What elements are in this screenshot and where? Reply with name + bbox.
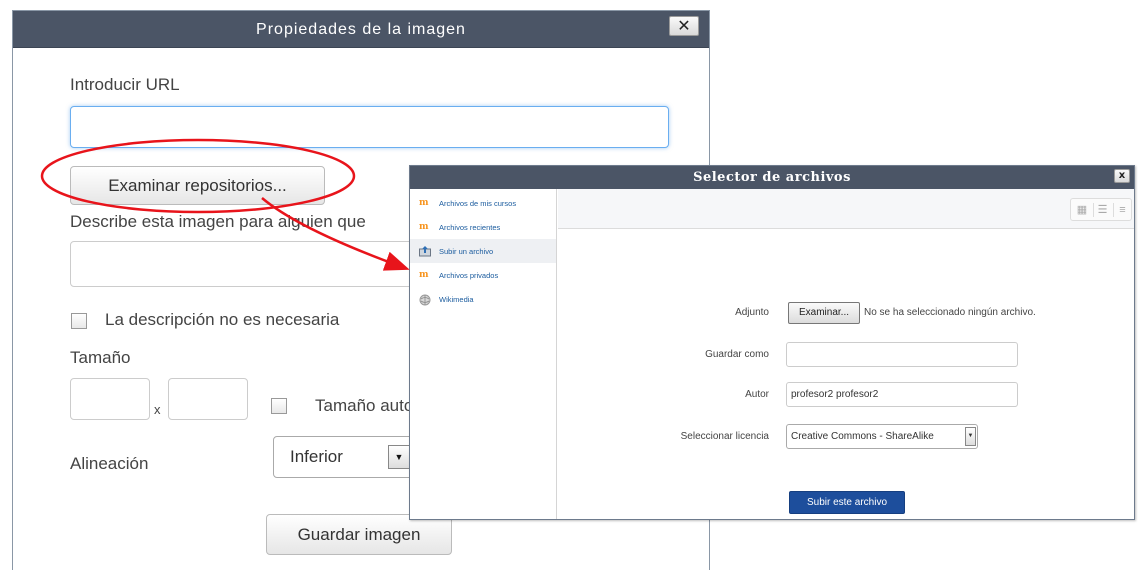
sidebar-item-recent-files[interactable]: m Archivos recientes: [410, 215, 556, 239]
license-value: Creative Commons - ShareAlike: [791, 431, 934, 442]
sidebar-item-label: Wikimedia: [439, 295, 474, 304]
description-input[interactable]: [70, 241, 430, 287]
wikimedia-icon: [419, 294, 431, 306]
author-label: Autor: [745, 389, 769, 400]
width-input[interactable]: [70, 378, 150, 420]
dialog-titlebar[interactable]: Propiedades de la imagen ✕: [13, 11, 709, 48]
chevron-down-icon[interactable]: ▼: [388, 445, 410, 469]
size-x-label: x: [154, 402, 161, 417]
no-description-label: La descripción no es necesaria: [105, 310, 340, 329]
file-picker-toolbar: ▦ ☰ ≡: [558, 189, 1134, 229]
save-image-button[interactable]: Guardar imagen: [266, 514, 452, 555]
sidebar-item-private-files[interactable]: m Archivos privados: [410, 263, 556, 287]
upload-icon: [419, 246, 431, 257]
describe-label: Describe esta imagen para alguien que: [70, 212, 366, 231]
sidebar-item-label: Archivos de mis cursos: [439, 199, 517, 208]
attachment-label: Adjunto: [735, 307, 769, 318]
tree-view-icon[interactable]: ≡: [1113, 203, 1131, 217]
save-as-label: Guardar como: [705, 349, 769, 360]
license-select[interactable]: Creative Commons - ShareAlike ▼: [786, 424, 978, 449]
list-view-icon[interactable]: ☰: [1093, 203, 1111, 217]
sidebar-item-course-files[interactable]: m Archivos de mis cursos: [410, 191, 556, 215]
sidebar-item-label: Archivos privados: [439, 271, 499, 280]
alignment-label: Alineación: [70, 454, 149, 473]
repository-sidebar: m Archivos de mis cursos m Archivos reci…: [410, 189, 557, 519]
alignment-value: Inferior: [290, 447, 343, 466]
height-input[interactable]: [168, 378, 248, 420]
icon-view-icon[interactable]: ▦: [1073, 203, 1091, 217]
chevron-down-icon[interactable]: ▼: [965, 427, 976, 446]
license-label: Seleccionar licencia: [680, 431, 769, 442]
browse-file-button[interactable]: Examinar...: [788, 302, 860, 324]
moodle-icon: m: [419, 222, 429, 232]
url-input[interactable]: [70, 106, 669, 148]
auto-size-checkbox[interactable]: [271, 398, 287, 414]
sidebar-item-wikimedia[interactable]: Wikimedia: [410, 287, 556, 311]
save-as-input[interactable]: [786, 342, 1018, 367]
file-picker-titlebar[interactable]: Selector de archivos x: [410, 166, 1134, 189]
author-input[interactable]: profesor2 profesor2: [786, 382, 1018, 407]
size-label: Tamaño: [70, 348, 131, 367]
moodle-icon: m: [419, 198, 429, 208]
no-description-checkbox[interactable]: [71, 313, 87, 329]
close-button[interactable]: ✕: [669, 16, 699, 36]
dialog-title: Propiedades de la imagen: [256, 21, 466, 38]
sidebar-item-label: Archivos recientes: [439, 223, 501, 232]
file-picker-title: Selector de archivos: [693, 170, 851, 185]
upload-file-button[interactable]: Subir este archivo: [789, 491, 905, 514]
no-file-selected-text: No se ha seleccionado ningún archivo.: [864, 307, 1036, 318]
sidebar-item-upload[interactable]: Subir un archivo: [410, 239, 556, 263]
file-picker-close-button[interactable]: x: [1114, 169, 1130, 183]
browse-repositories-button[interactable]: Examinar repositorios...: [70, 166, 325, 205]
file-picker-dialog: Selector de archivos x m Archivos de mis…: [409, 165, 1135, 520]
moodle-icon: m: [419, 270, 429, 280]
sidebar-item-label: Subir un archivo: [439, 247, 494, 256]
view-toggle-group: ▦ ☰ ≡: [1070, 198, 1132, 221]
url-label: Introducir URL: [70, 75, 180, 94]
